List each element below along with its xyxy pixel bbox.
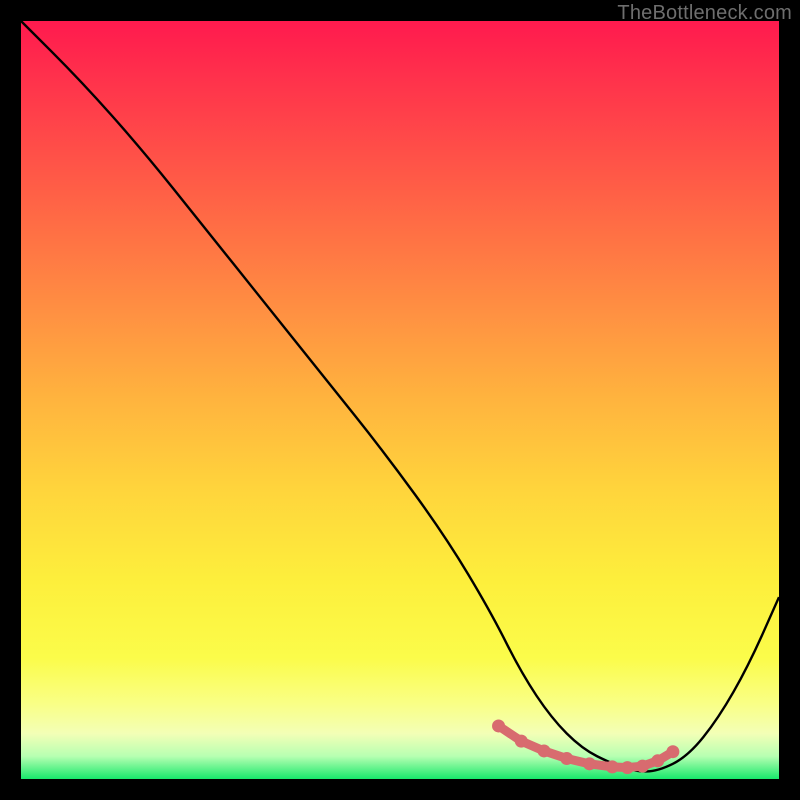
valley-highlight-dot [606,760,619,773]
valley-highlight-dot [515,735,528,748]
valley-highlight-dot [492,719,505,732]
valley-highlight-dot [538,744,551,757]
valley-highlight-dot [651,754,664,767]
bottleneck-curve-path [21,21,779,771]
valley-highlight-dot [560,752,573,765]
valley-highlight-dot [636,760,649,773]
chart-svg [21,21,779,779]
valley-highlight-dot [666,745,679,758]
valley-highlight-dot [621,761,634,774]
chart-frame [21,21,779,779]
valley-highlight-dot [583,757,596,770]
valley-highlight-group [492,719,679,774]
